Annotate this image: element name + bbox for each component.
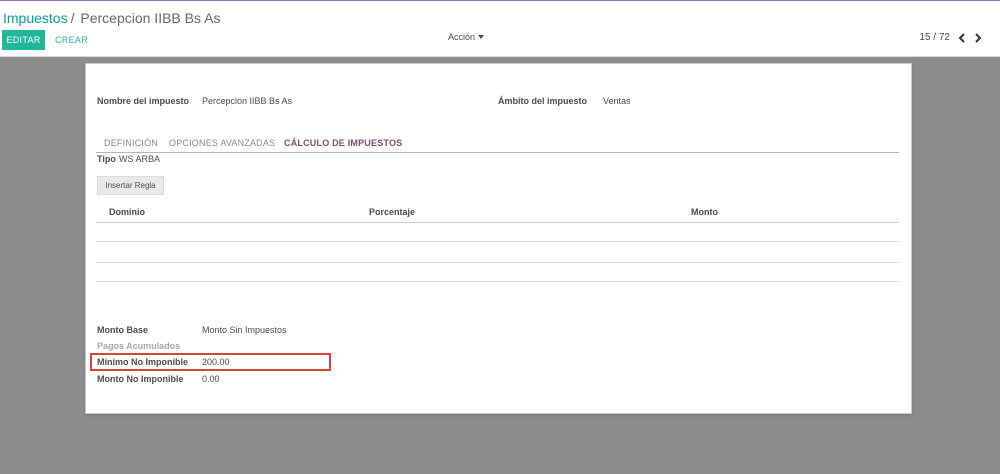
table-row (96, 281, 899, 282)
notebook-tabs: DEFINICIÓN OPCIONES AVANZADAS CÁLCULO DE… (96, 130, 899, 153)
breadcrumb-separator: / (70, 10, 75, 26)
min-non-taxable-label: Mínimo No Imponible (97, 357, 188, 367)
breadcrumb-parent-link[interactable]: Impuestos (3, 10, 68, 26)
non-taxable-amount-value: 0.00 (202, 374, 220, 384)
create-button[interactable]: CREAR (52, 30, 91, 50)
chevron-right-icon[interactable] (974, 32, 982, 43)
edit-button[interactable]: EDITAR (2, 30, 45, 50)
column-header-monto[interactable]: Monto (691, 207, 718, 217)
action-dropdown[interactable]: Acción (448, 32, 485, 42)
breadcrumb-current: Percepcion IIBB Bs As (80, 10, 221, 26)
control-panel: Impuestos / Percepcion IIBB Bs As EDITAR … (0, 1, 1000, 57)
pager: 15 / 72 (919, 32, 982, 43)
tax-scope-value: Ventas (603, 96, 631, 106)
tax-name-value: Percepcion IIBB Bs As (202, 96, 293, 106)
column-header-porcentaje[interactable]: Porcentaje (369, 207, 415, 217)
form-sheet: Nombre del impuesto Percepcion IIBB Bs A… (85, 63, 912, 414)
tax-scope-label: Ámbito del impuesto (498, 96, 588, 106)
tax-name-label: Nombre del impuesto (97, 96, 190, 106)
accumulated-payments-label: Pagos Acumulados (97, 341, 181, 351)
tab-opciones-avanzadas[interactable]: OPCIONES AVANZADAS (169, 138, 275, 148)
insert-rule-button[interactable]: Insertar Regla (97, 176, 164, 195)
base-amount-value: Monto Sin Impuestos (202, 325, 287, 335)
type-value: WS ARBA (119, 154, 161, 164)
min-non-taxable-value: 200.00 (202, 357, 230, 367)
non-taxable-amount-label: Monto No Imponible (97, 374, 184, 384)
tab-calculo-impuestos[interactable]: CÁLCULO DE IMPUESTOS (284, 138, 402, 148)
base-amount-label: Monto Base (97, 325, 149, 335)
breadcrumb: Impuestos / Percepcion IIBB Bs As (3, 10, 220, 26)
chevron-left-icon[interactable] (958, 32, 966, 43)
action-dropdown-label: Acción (448, 32, 476, 42)
table-header-divider (96, 222, 899, 223)
type-label: Tipo (97, 154, 116, 164)
table-row (96, 262, 899, 263)
table-row (96, 241, 899, 242)
tab-definicion[interactable]: DEFINICIÓN (104, 138, 158, 148)
pager-value[interactable]: 15 / 72 (919, 32, 950, 43)
column-header-dominio[interactable]: Dominio (109, 207, 145, 217)
caret-down-icon (478, 35, 485, 39)
